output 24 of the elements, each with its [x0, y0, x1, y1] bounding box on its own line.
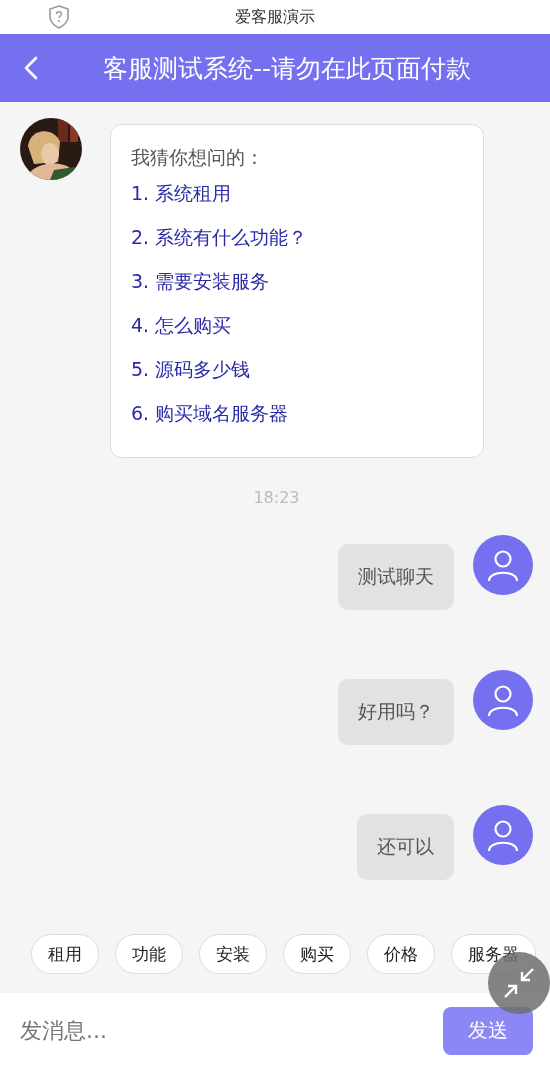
- message-bubble: 好用吗？: [338, 679, 454, 745]
- suggestion-link[interactable]: 6. 购买域名服务器: [131, 401, 463, 427]
- suggestion-link[interactable]: 2. 系统有什么功能？: [131, 225, 463, 251]
- timestamp: 18:23: [253, 488, 300, 507]
- message-bubble: 测试聊天: [338, 544, 454, 610]
- quick-reply-chip[interactable]: 租用: [31, 934, 99, 974]
- quick-reply-chip[interactable]: 价格: [367, 934, 435, 974]
- suggestion-link[interactable]: 4. 怎么购买: [131, 313, 463, 339]
- quick-reply-chip[interactable]: 功能: [115, 934, 183, 974]
- card-heading: 我猜你想问的：: [131, 145, 265, 170]
- avatar-icon: [473, 805, 533, 865]
- suggestion-link[interactable]: 3. 需要安装服务: [131, 269, 463, 295]
- quick-reply-chip[interactable]: 购买: [283, 934, 351, 974]
- avatar-icon: [473, 535, 533, 595]
- message-input[interactable]: 发消息...: [18, 1017, 433, 1044]
- message-bubble: 还可以: [357, 814, 454, 880]
- page-title: 客服测试系统--请勿在此页面付款: [102, 52, 471, 85]
- avatar-icon: [473, 670, 533, 730]
- quick-reply-chip[interactable]: 安装: [199, 934, 267, 974]
- shield-icon: [48, 5, 70, 29]
- collapse-icon: [502, 966, 536, 1000]
- app-title: 爱客服演示: [235, 6, 315, 28]
- suggestion-link[interactable]: 5. 源码多少钱: [131, 357, 463, 383]
- suggestion-link[interactable]: 1. 系统租用: [131, 181, 463, 207]
